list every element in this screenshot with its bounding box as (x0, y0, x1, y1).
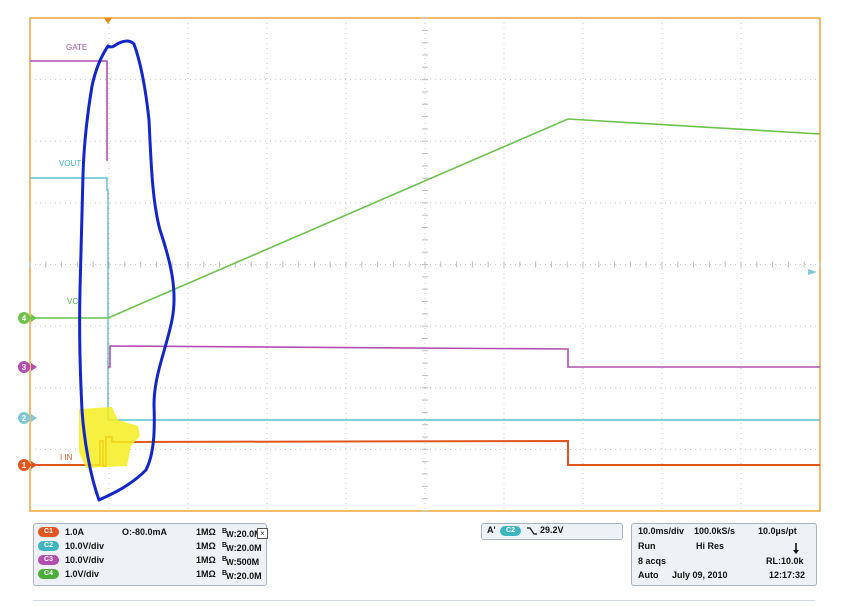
c2-badge[interactable]: C2 (38, 541, 59, 551)
timebase[interactable]: 10.0ms/div (638, 526, 684, 536)
trigger-source-badge: C2 (500, 526, 521, 536)
c2-scale: 10.0V/div (65, 541, 105, 551)
channel-4-number: 4 (22, 314, 27, 323)
trigger-sweep-mode: Auto (638, 570, 659, 580)
vertical-settings-panel: C1 1.0A O:-80.0mA 1MΩ BW:20.0M C2 10.0V/… (33, 523, 267, 586)
acquisition-state[interactable]: Run (638, 541, 656, 551)
c1-badge[interactable]: C1 (38, 527, 59, 537)
c3-impedance: 1MΩ (196, 555, 216, 565)
vc-label: VC (67, 297, 78, 306)
c4-badge[interactable]: C4 (38, 569, 59, 579)
channel-1-number: 1 (22, 461, 27, 470)
oscilloscope-display: GATE VOUT VC I IN 4 3 2 1 (18, 17, 821, 512)
falling-edge-icon (527, 527, 537, 535)
capture-time: 12:17:32 (769, 570, 806, 580)
c3-scale: 10.0V/div (65, 555, 105, 565)
channel-3-number: 3 (22, 363, 27, 372)
capture-date: July 09, 2010 (672, 570, 728, 580)
c4-impedance: 1MΩ (196, 569, 216, 579)
c4-bandwidth: BW:20.0M (222, 570, 262, 581)
c1-scale: 1.0A (65, 527, 85, 537)
record-length: RL:10.0k (766, 556, 804, 566)
acquisition-count: 8 acqs (638, 556, 667, 566)
c3-badge[interactable]: C3 (38, 555, 59, 565)
resolution: 10.0µs/pt (758, 526, 797, 536)
trigger-settings-panel[interactable]: A' C2 29.2V (481, 523, 623, 540)
arrow-down-icon (793, 543, 799, 554)
trigger-mode: A' (487, 525, 496, 535)
cursor-close-icon[interactable]: × (257, 528, 268, 539)
acquisition-mode: Hi Res (696, 541, 725, 551)
trigger-level: 29.2V (540, 525, 564, 535)
c1-impedance: 1MΩ (196, 527, 216, 537)
sample-rate: 100.0kS/s (694, 526, 736, 536)
iin-label: I IN (60, 453, 73, 462)
channel-2-number: 2 (22, 414, 27, 423)
bottom-divider (33, 600, 815, 601)
vout-label: VOUT (59, 159, 81, 168)
c1-offset: O:-80.0mA (122, 527, 168, 537)
horizontal-settings-panel: 10.0ms/div 100.0kS/s 10.0µs/pt Run Hi Re… (631, 523, 817, 586)
gate-label: GATE (66, 43, 87, 52)
c4-scale: 1.0V/div (65, 569, 100, 579)
c2-impedance: 1MΩ (196, 541, 216, 551)
